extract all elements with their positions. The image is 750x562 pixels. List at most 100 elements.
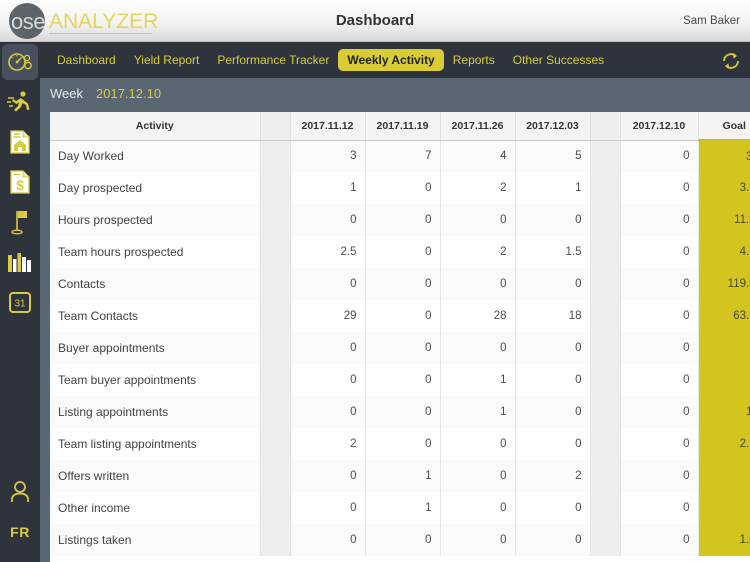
table-row[interactable]: Team Contacts2902818063.91 xyxy=(50,300,750,332)
table-row[interactable]: Team buyer appointments001000 xyxy=(50,364,750,396)
cell-week-value: 0 xyxy=(515,428,591,460)
language-label: FR xyxy=(10,524,30,540)
cell-gap-1 xyxy=(259,524,291,556)
table-row[interactable]: Offers written010200 xyxy=(50,460,750,492)
cell-week-value: 2 xyxy=(290,428,366,460)
cell-gap-1 xyxy=(259,268,291,300)
cell-week-value: 0 xyxy=(290,460,366,492)
cell-gap-2 xyxy=(589,236,621,268)
table-row[interactable]: Buyer appointments000000 xyxy=(50,332,750,364)
cell-goal-value: 0 xyxy=(698,460,750,492)
cell-week-value: 0 xyxy=(365,204,441,236)
table-row[interactable]: Listings taken000001.07 xyxy=(50,524,750,556)
cell-week-value: 0 xyxy=(515,204,591,236)
week-value[interactable]: 2017.12.10 xyxy=(96,86,161,101)
cell-week-value: 0 xyxy=(365,300,441,332)
tab-other-successes[interactable]: Other Successes xyxy=(504,49,613,71)
cell-week-value: 7 xyxy=(365,140,441,172)
cell-goal-value: 1.07 xyxy=(698,524,750,556)
tab-reports[interactable]: Reports xyxy=(444,49,504,71)
cell-goal-value: 3.8 xyxy=(698,140,750,172)
col-header-gap-1 xyxy=(259,112,291,141)
table-body: Day Worked374503.8Day prospected102103.9… xyxy=(50,140,750,556)
cell-current-week-value: 0 xyxy=(620,524,699,556)
table-row[interactable]: Other income010000 xyxy=(50,492,750,524)
svg-text:$: $ xyxy=(16,177,24,193)
cell-gap-1 xyxy=(259,300,291,332)
table-header-row: Activity 2017.11.12 2017.11.19 2017.11.2… xyxy=(50,112,750,141)
col-header-w1[interactable]: 2017.11.12 xyxy=(290,112,366,141)
col-header-w5[interactable]: 2017.12.10 xyxy=(620,112,699,141)
col-header-w4[interactable]: 2017.12.03 xyxy=(515,112,591,141)
table-header: Activity 2017.11.12 2017.11.19 2017.11.2… xyxy=(50,112,750,141)
tab-weekly-activity[interactable]: Weekly Activity xyxy=(338,49,444,71)
sidebar-item-income-report[interactable]: $ xyxy=(0,162,40,202)
cell-activity: Team Contacts xyxy=(50,300,261,332)
cell-current-week-value: 0 xyxy=(620,236,699,268)
cell-week-value: 0 xyxy=(290,396,366,428)
cell-goal-value: 0 xyxy=(698,364,750,396)
col-header-activity[interactable]: Activity xyxy=(50,112,261,141)
cell-goal-value: 0 xyxy=(698,492,750,524)
cell-gap-1 xyxy=(259,460,291,492)
cell-week-value: 0 xyxy=(440,268,516,300)
cell-goal-value: 3.99 xyxy=(698,172,750,204)
cell-week-value: 0 xyxy=(290,204,366,236)
cell-week-value: 0 xyxy=(440,460,516,492)
sidebar-item-profile[interactable] xyxy=(0,472,40,512)
cell-week-value: 0 xyxy=(440,428,516,460)
cell-gap-2 xyxy=(589,204,621,236)
cell-activity: Team buyer appointments xyxy=(50,364,261,396)
refresh-button[interactable] xyxy=(720,50,742,72)
sidebar-item-property-report[interactable] xyxy=(0,122,40,162)
weekly-activity-table: Activity 2017.11.12 2017.11.19 2017.11.2… xyxy=(50,112,750,556)
sidebar-item-language[interactable]: FR xyxy=(0,512,40,552)
cell-gap-2 xyxy=(589,396,621,428)
table-row[interactable]: Day Worked 374503.8 xyxy=(50,140,750,172)
cell-week-value: 0 xyxy=(290,492,366,524)
col-header-goal[interactable]: Goal xyxy=(698,112,750,141)
cell-week-value: 0 xyxy=(440,332,516,364)
col-header-w3[interactable]: 2017.11.26 xyxy=(440,112,516,141)
cell-week-value: 4 xyxy=(440,140,516,172)
col-header-w2[interactable]: 2017.11.19 xyxy=(365,112,441,141)
week-selector-bar: Week 2017.12.10 xyxy=(40,78,750,112)
sidebar-item-performance[interactable] xyxy=(0,82,40,122)
tab-dashboard[interactable]: Dashboard xyxy=(48,49,125,71)
table-row[interactable]: Team listing appointments200002.28 xyxy=(50,428,750,460)
sidebar-item-goals[interactable] xyxy=(0,202,40,242)
running-man-icon xyxy=(7,90,33,114)
cell-week-value: 0 xyxy=(515,396,591,428)
sidebar-item-library[interactable] xyxy=(0,242,40,282)
table-row[interactable]: Team hours prospected2.5021.504.79 xyxy=(50,236,750,268)
sidebar-item-calendar[interactable]: 31 xyxy=(0,282,40,322)
table-row[interactable]: Listing appointments001001.9 xyxy=(50,396,750,428)
cell-current-week-value: 0 xyxy=(620,172,699,204)
cell-week-value: 0 xyxy=(365,428,441,460)
sidebar-item-logout[interactable] xyxy=(0,552,40,562)
cell-current-week-value: 0 xyxy=(620,300,699,332)
week-label: Week xyxy=(50,86,83,101)
tab-yield-report[interactable]: Yield Report xyxy=(125,49,209,71)
weekly-activity-table-wrap[interactable]: Activity 2017.11.12 2017.11.19 2017.11.2… xyxy=(50,112,750,562)
user-name-label[interactable]: Sam Baker xyxy=(683,0,740,42)
cell-week-value: 0 xyxy=(515,364,591,396)
cell-gap-1 xyxy=(259,332,291,364)
top-bar: ose ANALYZER Dashboard Sam Baker xyxy=(0,0,750,42)
cell-week-value: 1 xyxy=(515,172,591,204)
cell-week-value: 0 xyxy=(440,524,516,556)
cell-gap-1 xyxy=(259,204,291,236)
cell-current-week-value: 0 xyxy=(620,396,699,428)
cell-week-value: 0 xyxy=(365,268,441,300)
table-row[interactable]: Hours prospected0000011.98 xyxy=(50,204,750,236)
cell-activity: Listing appointments xyxy=(50,396,261,428)
cell-week-value: 0 xyxy=(365,364,441,396)
sidebar-item-dashboard[interactable] xyxy=(2,44,38,80)
table-row[interactable]: Day prospected102103.99 xyxy=(50,172,750,204)
tab-performance-tracker[interactable]: Performance Tracker xyxy=(208,49,338,71)
cell-week-value: 0 xyxy=(365,524,441,556)
table-row[interactable]: Contacts00000119.84 xyxy=(50,268,750,300)
cell-week-value: 1 xyxy=(440,364,516,396)
cell-gap-2 xyxy=(589,492,621,524)
